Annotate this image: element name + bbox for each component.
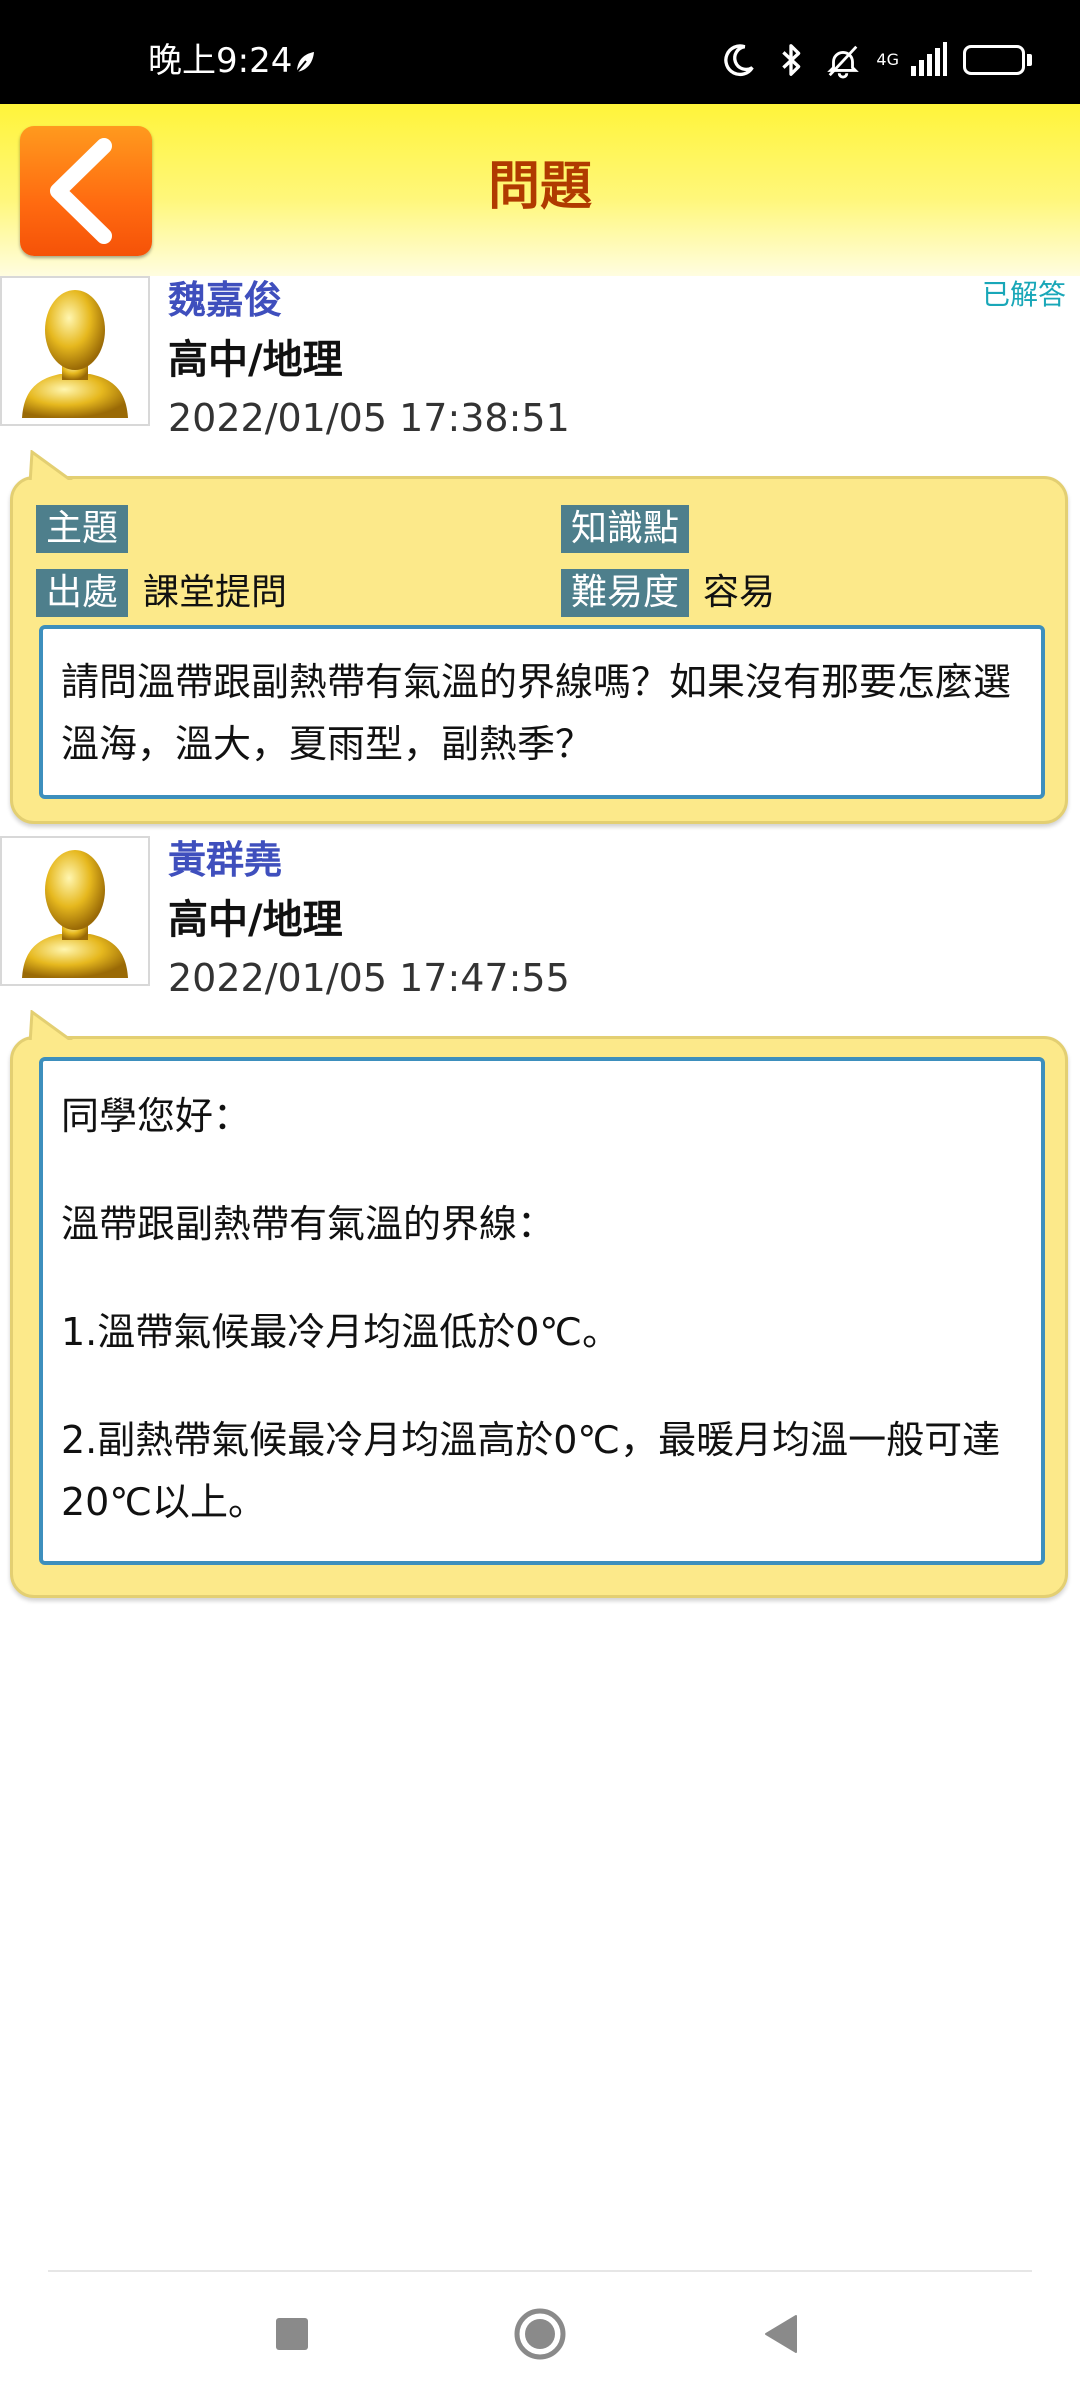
- difficulty-value: 容易: [703, 572, 776, 613]
- knowledge-tag: 知識點: [561, 505, 690, 553]
- app-notification-icon: [295, 52, 314, 74]
- question-post: 魏嘉俊 高中/地理 2022/01/05 17:38:51 已解答 主題 知識點…: [0, 276, 1080, 836]
- bubble-tail: [28, 450, 88, 484]
- question-body: 請問溫帶跟副熱帶有氣溫的界線嗎？如果沒有那要怎麼選溫海，溫大，夏雨型，副熱季？: [39, 625, 1045, 799]
- answer-paragraph: 溫帶跟副熱帶有氣溫的界線：: [61, 1202, 556, 1246]
- page-title: 問題: [487, 157, 592, 217]
- difficulty-tag: 難易度: [561, 569, 690, 617]
- square-icon[interactable]: [272, 2314, 312, 2354]
- battery-icon: 92: [963, 45, 1025, 75]
- moon-icon: [724, 44, 755, 77]
- battery-level: 92: [980, 48, 1008, 72]
- answer-paragraph: 1.溫帶氣候最冷月均溫低於0℃。: [61, 1310, 621, 1354]
- vibrate-off-icon: [827, 45, 860, 79]
- answer-bubble: 同學您好： 溫帶跟副熱帶有氣溫的界線： 1.溫帶氣候最冷月均溫低於0℃。 2.副…: [10, 1036, 1068, 1598]
- status-icons: 4G 92: [720, 38, 1032, 82]
- signal-icon: [911, 42, 947, 76]
- battery-cap: [1027, 54, 1032, 66]
- status-time: 晚上9:24: [148, 41, 293, 81]
- answer-body: 同學您好： 溫帶跟副熱帶有氣溫的界線： 1.溫帶氣候最冷月均溫低於0℃。 2.副…: [39, 1057, 1045, 1565]
- circle-home-icon[interactable]: [512, 2306, 568, 2362]
- answer-paragraph: 同學您好：: [61, 1094, 252, 1138]
- avatar: [0, 836, 150, 986]
- topic-tag: 主題: [36, 505, 129, 553]
- source-tag: 出處: [36, 569, 129, 617]
- answer-subject: 高中/地理: [168, 897, 343, 943]
- avatar: [0, 276, 150, 426]
- answer-username[interactable]: 黃群堯: [168, 838, 282, 884]
- nav-divider: [48, 2270, 1032, 2272]
- network-type: 4G: [876, 50, 899, 69]
- user-silhouette-icon: [22, 290, 128, 418]
- answer-timestamp: 2022/01/05 17:47:55: [168, 956, 570, 1000]
- answer-paragraph: 2.副熱帶氣候最冷月均溫高於0℃，最暖月均溫一般可達20℃以上。: [61, 1418, 1001, 1524]
- source-value: 課堂提問: [143, 572, 288, 613]
- bubble-tail: [28, 1010, 88, 1044]
- question-timestamp: 2022/01/05 17:38:51: [168, 396, 570, 440]
- bluetooth-icon: [782, 44, 801, 76]
- question-subject: 高中/地理: [168, 337, 343, 383]
- answer-post: 黃群堯 高中/地理 2022/01/05 17:47:55 同學您好： 溫帶跟副…: [0, 836, 1080, 1616]
- triangle-back-icon[interactable]: [760, 2312, 804, 2356]
- user-silhouette-icon: [22, 850, 128, 978]
- status-bar: 晚上9:24 4G 92: [0, 0, 1080, 104]
- app-header: 問題: [0, 104, 1080, 276]
- question-text: 請問溫帶跟副熱帶有氣溫的界線嗎？如果沒有那要怎麼選溫海，溫大，夏雨型，副熱季？: [61, 660, 1012, 766]
- question-username[interactable]: 魏嘉俊: [168, 278, 282, 324]
- question-bubble: 主題 知識點 出處 課堂提問 難易度 容易 請問溫帶跟副熱帶有氣溫的界線嗎？如果…: [10, 476, 1068, 824]
- answered-badge: 已解答: [981, 278, 1066, 311]
